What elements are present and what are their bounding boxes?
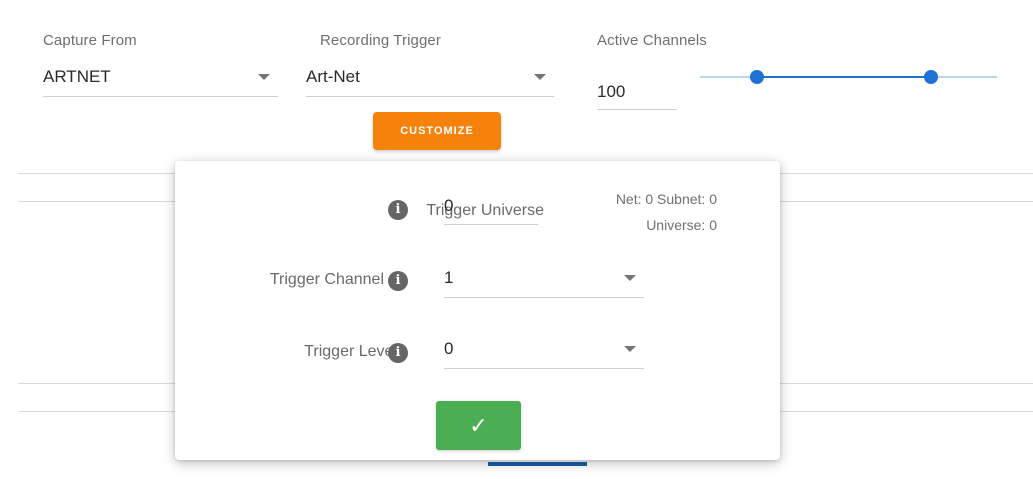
checkmark-icon: ✓ (469, 412, 488, 438)
trigger-channel-value: 1 (444, 268, 454, 287)
recording-trigger-value: Art-Net (306, 67, 360, 86)
chevron-down-icon (624, 275, 636, 281)
trigger-level-select[interactable]: 0 (444, 335, 644, 369)
capture-from-select[interactable]: ARTNET (43, 63, 278, 97)
trigger-universe-input[interactable]: 0 (444, 191, 538, 225)
trigger-universe-value: 0 (444, 196, 454, 215)
info-icon[interactable]: i (388, 343, 408, 363)
trigger-settings-dialog: Trigger Universe i 0 Net: 0 Subnet: 0 Un… (175, 161, 780, 460)
trigger-channel-select[interactable]: 1 (444, 264, 644, 298)
universe-address-helper: Net: 0 Subnet: 0 Universe: 0 (616, 186, 717, 238)
channels-slider-range (757, 76, 931, 78)
channels-slider-max-thumb[interactable] (924, 70, 938, 84)
info-icon[interactable]: i (388, 271, 408, 291)
chevron-down-icon (624, 346, 636, 352)
universe-text: Universe: 0 (646, 217, 717, 233)
chevron-down-icon (258, 74, 270, 80)
active-channels-input[interactable]: 100 (597, 76, 677, 110)
capture-from-value: ARTNET (43, 67, 111, 86)
recording-trigger-label: Recording Trigger (320, 32, 441, 49)
trigger-level-value: 0 (444, 339, 454, 358)
recording-trigger-select[interactable]: Art-Net (306, 63, 554, 97)
capture-from-label: Capture From (43, 32, 137, 49)
net-subnet-text: Net: 0 Subnet: 0 (615, 191, 717, 207)
channels-slider-min-thumb[interactable] (750, 70, 764, 84)
customize-button[interactable]: CUSTOMIZE (373, 112, 501, 150)
page: Capture From ARTNET Recording Trigger Ar… (0, 0, 1033, 479)
confirm-button[interactable]: ✓ (436, 401, 521, 450)
trigger-channel-label: Trigger Channel (269, 271, 384, 288)
tab-indicator (488, 462, 587, 466)
info-icon[interactable]: i (388, 200, 408, 220)
trigger-level-label: Trigger Level (304, 343, 397, 360)
chevron-down-icon (534, 74, 546, 80)
active-channels-value: 100 (597, 82, 626, 101)
active-channels-label: Active Channels (597, 32, 707, 49)
